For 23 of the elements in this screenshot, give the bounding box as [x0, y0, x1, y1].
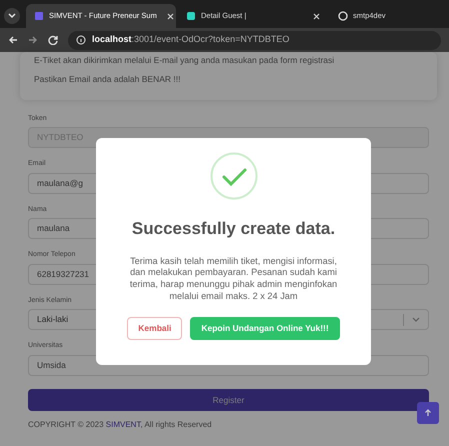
register-button[interactable]: Register [28, 388, 429, 411]
dialog-message: Terima kasih telah memilih tiket, mengisi informasi, dan melakukan pembayaran. Pesanan sudah kami terima, harap menunggu pihak admin menginfokan melalui email maks. 2 x 24 Jam [128, 256, 338, 304]
back-button[interactable]: Kembali [127, 317, 182, 340]
simvent-link[interactable]: SIMVENT [106, 420, 140, 429]
url-text: localhost:3001/event-OdOcr?token=NYTDBTEO [92, 33, 290, 46]
info-icon [76, 35, 86, 45]
dialog-title: Successfully create data. [130, 218, 336, 240]
address-bar[interactable]: localhost:3001/event-OdOcr?token=NYTDBTEO [68, 30, 441, 50]
notice-text: Pastikan Email anda adalah BENAR !!! [34, 72, 182, 86]
scroll-top-button[interactable] [417, 402, 439, 424]
tab-list-button[interactable] [4, 8, 20, 24]
reload-icon[interactable] [48, 35, 58, 45]
checkmark-icon [210, 152, 258, 200]
chevron-down-icon [8, 13, 16, 19]
close-icon[interactable] [313, 12, 320, 20]
square-logo-icon [34, 11, 44, 21]
forward-icon[interactable] [28, 35, 38, 45]
copyright-text: COPYRIGHT © 2023 SIMVENT, All rights Reserved [28, 418, 213, 431]
notice-text: E-Tiket akan dikirimkan melalui E-mail yang anda masukan pada form registrasi [34, 54, 336, 67]
back-icon[interactable] [8, 35, 18, 45]
arrow-up-icon [424, 409, 432, 417]
chevron-down-icon [412, 316, 420, 322]
close-icon[interactable] [166, 12, 174, 20]
